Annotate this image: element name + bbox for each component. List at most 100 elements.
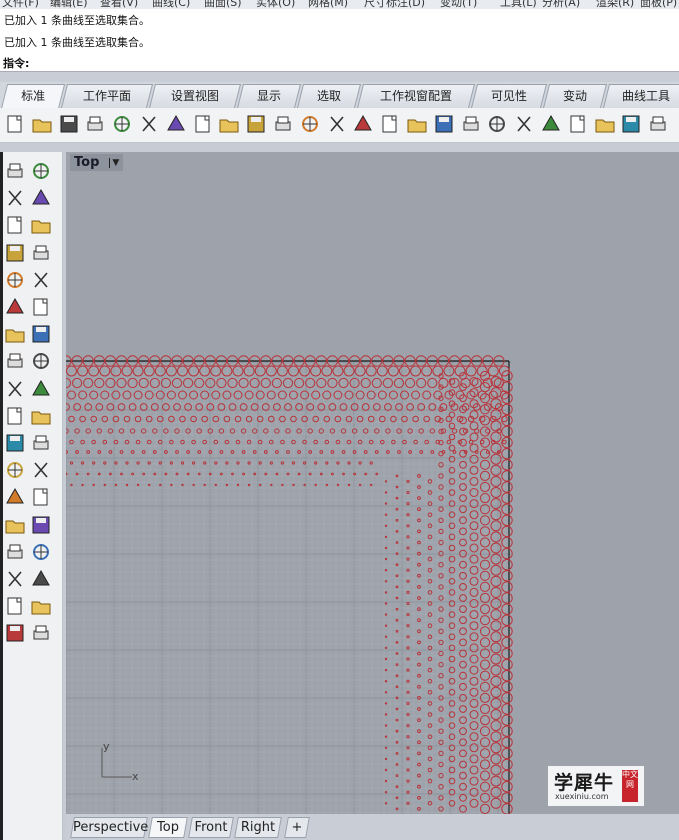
tab-cplanes[interactable]: 工作平面 [61,84,153,108]
menu-item[interactable]: 网格(M) [308,0,348,9]
offset-icon[interactable] [30,459,52,481]
menu-item[interactable]: 查看(V) [100,0,138,9]
point-icon[interactable] [30,160,52,182]
zoom-selected-icon[interactable] [379,113,401,135]
tab-transform[interactable]: 变动 [543,84,607,108]
menu-item[interactable]: 面板(P) [640,0,677,9]
grid-points-icon[interactable] [4,568,26,590]
polygon-icon[interactable] [4,269,26,291]
zoom-extents-icon[interactable] [352,113,374,135]
menu-item[interactable]: 渲染(R) [596,0,634,9]
four-viewports-icon[interactable] [433,113,455,135]
new-icon[interactable] [4,113,26,135]
cylinder-icon[interactable] [4,350,26,372]
rectangle-icon[interactable] [30,242,52,264]
arc-icon[interactable] [4,242,26,264]
tab-viewport-layout[interactable]: 工作视窗配置 [357,84,475,108]
cut-icon[interactable] [138,113,160,135]
menu-item[interactable]: 实体(O) [256,0,295,9]
rotate-icon[interactable] [406,113,428,135]
zoom-window-icon[interactable] [326,113,348,135]
tab-select[interactable]: 选取 [297,84,361,108]
command-prompt[interactable]: 指令: [0,53,679,72]
select-arrow-icon[interactable] [4,160,26,182]
text-icon[interactable] [4,486,26,508]
scale-icon[interactable] [30,486,52,508]
box-icon[interactable] [4,323,26,345]
menu-item[interactable]: 变动(T) [440,0,477,9]
copy-icon[interactable] [165,113,187,135]
lights-icon[interactable] [540,113,562,135]
circle-icon[interactable] [4,214,26,236]
watermark-brand: 学犀牛 [554,772,615,794]
viewport-tab-front[interactable]: Front [188,817,234,838]
tab-standard[interactable]: 标准 [0,84,66,109]
menu-item[interactable]: 工具(L) [500,0,537,9]
ellipse-icon[interactable] [30,214,52,236]
color-wheel-icon[interactable] [647,113,669,135]
left-toolbar [0,152,63,840]
zoom-icon[interactable] [299,113,321,135]
group-icon[interactable] [4,514,26,536]
watermark-url: xuexiniu.com [555,792,609,801]
mesh-icon[interactable] [4,595,26,617]
command-history-line: 已加入 1 条曲线至选取集合。 [4,14,150,27]
point-cloud-icon[interactable] [4,432,26,454]
command-history: 已加入 1 条曲线至选取集合。 已加入 1 条曲线至选取集合。 [0,9,679,54]
axis-x-label: x [132,770,139,783]
dimension-icon[interactable] [30,541,52,563]
open-icon[interactable] [31,113,53,135]
points-icon[interactable] [30,432,52,454]
explode-icon[interactable] [30,378,52,400]
bulb-icon[interactable] [567,113,589,135]
surface-corner-icon[interactable] [4,296,26,318]
rotate-view-icon[interactable] [272,113,294,135]
polyline-icon[interactable] [4,187,26,209]
pan-hand-icon[interactable] [245,113,267,135]
sphere-icon[interactable] [30,323,52,345]
material-icon[interactable] [620,113,642,135]
tab-display[interactable]: 显示 [237,84,301,108]
surface-loft-icon[interactable] [30,296,52,318]
ghost-icon[interactable] [513,113,535,135]
car-render-icon[interactable] [460,113,482,135]
chevron-down-icon[interactable]: ▼ [109,157,119,168]
tab-set-view[interactable]: 设置视图 [149,84,241,108]
menu-item[interactable]: 分析(A) [542,0,580,9]
split-icon[interactable] [4,378,26,400]
viewport-top[interactable]: yx Top ▼ [66,152,679,814]
extrude-icon[interactable] [30,350,52,372]
array-icon[interactable] [30,514,52,536]
menu-item[interactable]: 曲线(C) [152,0,190,9]
analyze-icon[interactable] [30,622,52,644]
check-icon[interactable] [30,595,52,617]
block-icon[interactable] [4,541,26,563]
viewport-tab-top[interactable]: Top [148,817,188,838]
viewport-canvas[interactable]: yx [66,152,679,814]
hide-icon[interactable] [486,113,508,135]
paste-icon[interactable] [192,113,214,135]
viewport-title[interactable]: Top ▼ [70,154,124,171]
layer-icon[interactable] [30,568,52,590]
undo-icon[interactable] [218,113,240,135]
tab-visibility[interactable]: 可见性 [471,84,547,108]
viewport-tab-perspective[interactable]: Perspective [70,817,148,838]
print-icon[interactable] [84,113,106,135]
render-preview-icon[interactable] [4,622,26,644]
lock-icon[interactable] [594,113,616,135]
save-icon[interactable] [58,113,80,135]
boolean-icon[interactable] [30,405,52,427]
add-viewport-tab-button[interactable]: + [284,817,310,838]
curve-cv-icon[interactable] [30,187,52,209]
import-icon[interactable] [111,113,133,135]
menu-item[interactable]: 文件(F) [2,0,39,9]
menu-item[interactable]: 曲面(S) [204,0,242,9]
trim-icon[interactable] [4,405,26,427]
menu-item[interactable]: 尺寸标注(D) [364,0,425,9]
viewport-tab-right[interactable]: Right [234,817,282,838]
tab-curve-tools[interactable]: 曲线工具 [603,84,679,108]
curve-from-object-icon[interactable] [4,459,26,481]
menu-item[interactable]: 编辑(E) [50,0,88,9]
watermark-badge: 中文网 [622,770,638,802]
fillet-curve-icon[interactable] [30,269,52,291]
